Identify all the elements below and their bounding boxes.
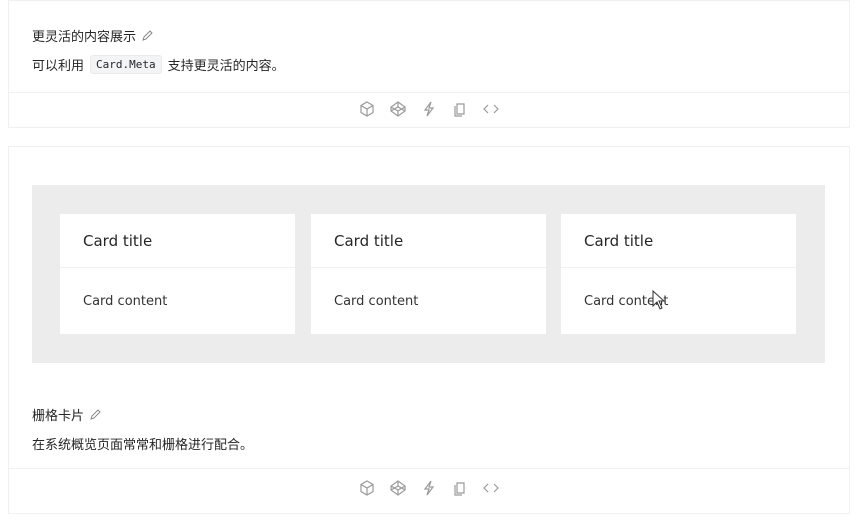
code-icon[interactable] [482,100,500,118]
stackblitz-icon[interactable] [420,479,438,497]
card: Card title Card content [561,214,796,334]
codepen-icon[interactable] [389,479,407,497]
inline-code: Card.Meta [90,55,162,74]
desc-text: 支持更灵活的内容。 [167,59,285,74]
codesandbox-icon[interactable] [358,100,376,118]
card-title: Card title [83,232,153,250]
card: Card title Card content [60,214,295,334]
desc-text: 在系统概览页面常常和栅格进行配合。 [32,438,254,453]
codepen-icon[interactable] [389,100,407,118]
demo-actions [358,479,500,497]
edit-icon[interactable] [141,29,154,42]
demo-actions [358,100,500,118]
copy-icon[interactable] [451,100,469,118]
demo-title-meta: 更灵活的内容展示 [32,26,154,45]
card-content: Card content [83,294,168,309]
demo-desc-grid: 在系统概览页面常常和栅格进行配合。 [32,434,253,453]
demo-title-text: 栅格卡片 [32,409,85,424]
edit-icon[interactable] [89,408,102,421]
demo-desc-meta: 可以利用 Card.Meta 支持更灵活的内容。 [32,55,285,74]
mouse-cursor-icon [652,289,666,314]
demo-title-grid: 栅格卡片 [32,405,102,424]
demo-title-text: 更灵活的内容展示 [32,30,137,45]
card-divider [311,267,546,268]
card-title: Card title [584,232,654,250]
codesandbox-icon[interactable] [358,479,376,497]
divider [8,92,850,93]
stackblitz-icon[interactable] [420,100,438,118]
copy-icon[interactable] [451,479,469,497]
card: Card title Card content [311,214,546,334]
card-content: Card content [334,294,419,309]
code-icon[interactable] [482,479,500,497]
desc-text: 可以利用 [32,59,85,74]
card-divider [60,267,295,268]
card-divider [561,267,796,268]
card-title: Card title [334,232,404,250]
divider [8,468,850,469]
